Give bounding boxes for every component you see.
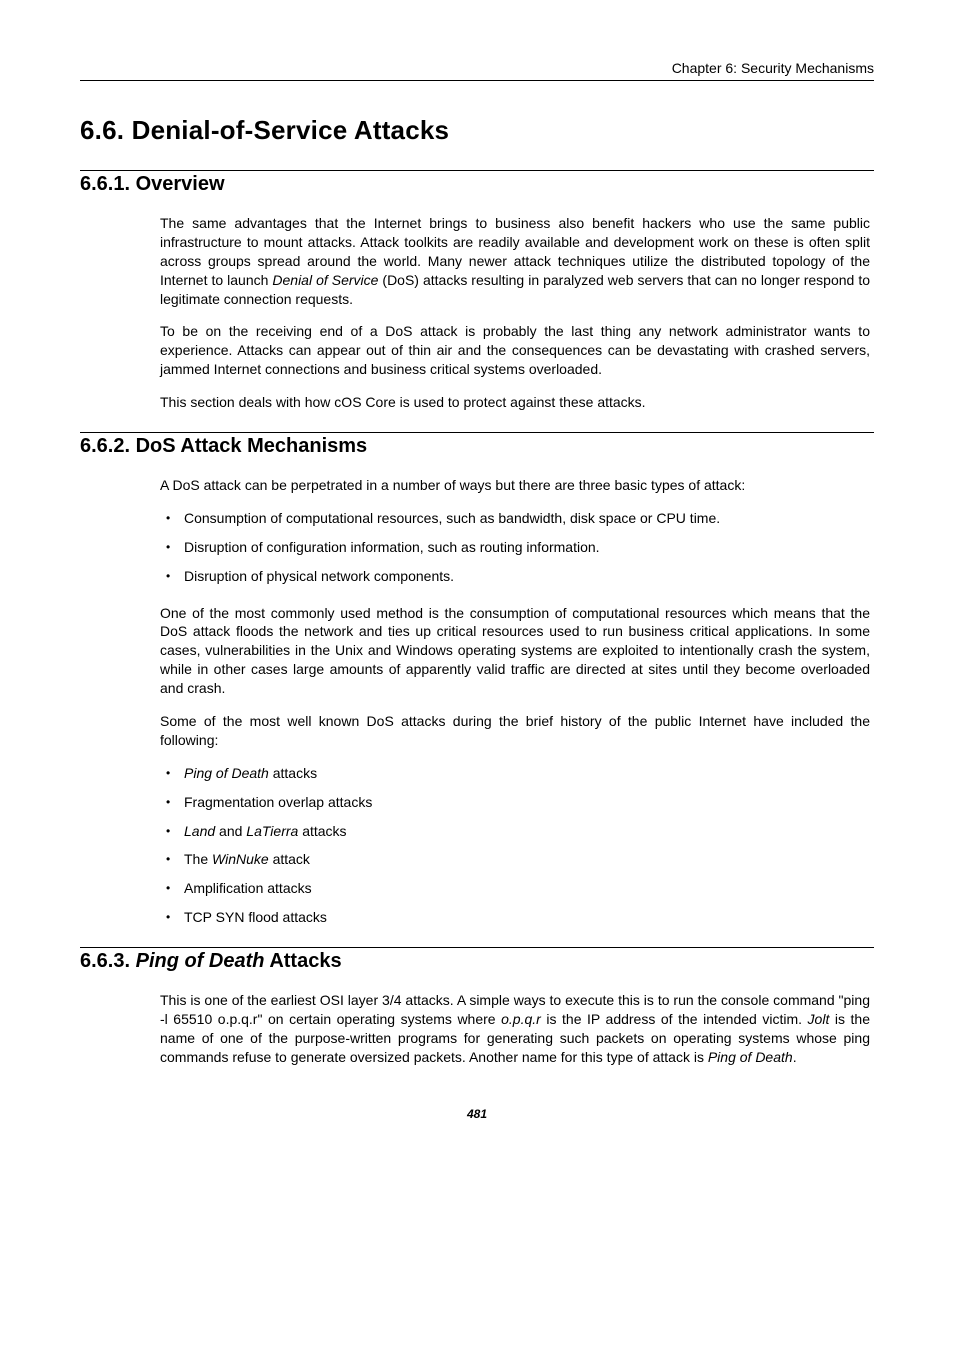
italic-term: WinNuke bbox=[212, 851, 269, 867]
italic-term: Ping of Death bbox=[184, 765, 269, 781]
list-item: The WinNuke attack bbox=[160, 850, 870, 869]
paragraph: A DoS attack can be perpetrated in a num… bbox=[160, 476, 870, 495]
text: The bbox=[184, 851, 212, 867]
list-item: TCP SYN flood attacks bbox=[160, 908, 870, 927]
text: . bbox=[793, 1049, 797, 1065]
paragraph: One of the most commonly used method is … bbox=[160, 604, 870, 698]
running-header: Chapter 6: Security Mechanisms bbox=[80, 60, 874, 76]
header-rule bbox=[80, 80, 874, 81]
italic-term: o.p.q.r bbox=[501, 1011, 541, 1027]
subsection-title: 6.6.2. DoS Attack Mechanisms bbox=[80, 435, 874, 458]
list-item: Fragmentation overlap attacks bbox=[160, 793, 870, 812]
divider bbox=[80, 947, 874, 948]
bullet-list: Ping of Death attacks Fragmentation over… bbox=[160, 764, 870, 927]
section-title: 6.6. Denial-of-Service Attacks bbox=[80, 115, 874, 146]
italic-term: Ping of Death bbox=[708, 1049, 793, 1065]
text: attacks bbox=[298, 823, 346, 839]
italic-term: Land bbox=[184, 823, 215, 839]
paragraph: To be on the receiving end of a DoS atta… bbox=[160, 322, 870, 379]
italic-term: Denial of Service bbox=[272, 272, 378, 288]
list-item: Amplification attacks bbox=[160, 879, 870, 898]
list-item: Land and LaTierra attacks bbox=[160, 822, 870, 841]
italic-title-term: Ping of Death bbox=[136, 950, 265, 972]
subsection-title: 6.6.1. Overview bbox=[80, 173, 874, 196]
divider bbox=[80, 432, 874, 433]
paragraph: This section deals with how cOS Core is … bbox=[160, 393, 870, 412]
text: and bbox=[215, 823, 246, 839]
divider bbox=[80, 170, 874, 171]
text: attack bbox=[269, 851, 310, 867]
text: attacks bbox=[269, 765, 317, 781]
paragraph: The same advantages that the Internet br… bbox=[160, 214, 870, 308]
text: is the IP address of the intended victim… bbox=[541, 1011, 808, 1027]
page-number: 481 bbox=[80, 1107, 874, 1121]
list-item: Ping of Death attacks bbox=[160, 764, 870, 783]
paragraph: Some of the most well known DoS attacks … bbox=[160, 712, 870, 750]
title-prefix: 6.6.3. bbox=[80, 950, 136, 972]
title-suffix: Attacks bbox=[265, 950, 342, 972]
paragraph: This is one of the earliest OSI layer 3/… bbox=[160, 991, 870, 1067]
italic-term: Jolt bbox=[808, 1011, 830, 1027]
subsection-title: 6.6.3. Ping of Death Attacks bbox=[80, 950, 874, 973]
italic-term: LaTierra bbox=[246, 823, 298, 839]
list-item: Disruption of physical network component… bbox=[160, 567, 870, 586]
list-item: Disruption of configuration information,… bbox=[160, 538, 870, 557]
bullet-list: Consumption of computational resources, … bbox=[160, 509, 870, 586]
list-item: Consumption of computational resources, … bbox=[160, 509, 870, 528]
